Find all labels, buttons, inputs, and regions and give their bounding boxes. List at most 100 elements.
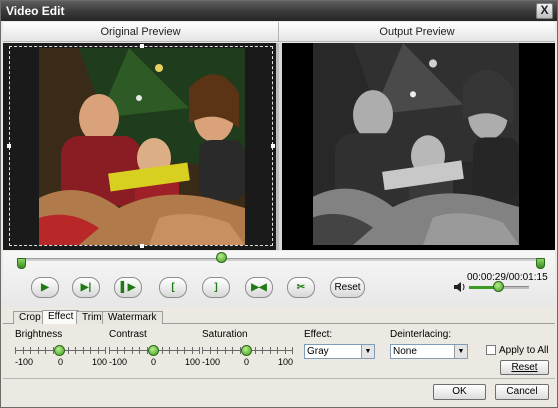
step-forward-button[interactable]: ▶| (72, 277, 100, 298)
next-frame-button[interactable]: ▌▶ (114, 277, 142, 298)
split-icon: ✂ (296, 282, 306, 293)
cancel-button[interactable]: Cancel (495, 384, 549, 400)
time-display: 00:00:29/00:01:15 (467, 272, 548, 283)
slider-tick (285, 347, 286, 354)
title-bar: Video Edit X (1, 1, 557, 21)
effect-select[interactable]: Gray ▼ (304, 344, 375, 359)
chevron-down-icon: ▼ (361, 345, 374, 358)
start-marker[interactable] (17, 258, 26, 269)
effect-label: Effect: (304, 329, 333, 340)
next-frame-icon: ▌▶ (120, 282, 136, 293)
slider-tick (277, 347, 278, 354)
contrast-max: 100 (185, 357, 201, 367)
mark-in-button[interactable]: [ (159, 277, 187, 298)
slider-tick (217, 347, 218, 354)
original-preview-label: Original Preview (3, 22, 279, 42)
slider-tick (83, 347, 84, 354)
slider-tick (38, 347, 39, 354)
output-video-frame (313, 43, 519, 245)
tab-effect[interactable]: Effect (42, 310, 80, 324)
play-button[interactable]: ▶ (31, 277, 59, 298)
slider-tick (202, 347, 203, 354)
slider-tick (98, 347, 99, 354)
brightness-min: -100 (15, 357, 34, 367)
effect-reset-label: Reset (511, 362, 538, 373)
slider-tick (90, 347, 91, 354)
slider-tick (117, 347, 118, 354)
jump-button[interactable]: ▶◀ (245, 277, 273, 298)
slider-tick (270, 347, 271, 354)
preview-header: Original Preview Output Preview (3, 22, 555, 42)
slider-tick (192, 347, 193, 354)
footer-divider (3, 378, 555, 379)
slider-tick (262, 347, 263, 354)
slider-tick (139, 347, 140, 354)
slider-tick (199, 347, 200, 354)
chevron-down-icon: ▼ (454, 345, 467, 358)
saturation-slider[interactable] (202, 344, 293, 358)
ok-button[interactable]: OK (433, 384, 486, 400)
edit-tabs: Crop Effect Trim Watermark (3, 310, 555, 324)
split-button[interactable]: ✂ (287, 277, 315, 298)
effect-selected-value: Gray (307, 346, 329, 357)
crop-handle-bottom[interactable] (140, 244, 144, 248)
slider-tick (255, 347, 256, 354)
mark-out-button[interactable]: ] (202, 277, 230, 298)
brightness-slider-handle[interactable] (54, 345, 65, 356)
slider-tick (225, 347, 226, 354)
saturation-max: 100 (278, 357, 294, 367)
slider-tick (30, 347, 31, 354)
slider-tick (210, 347, 211, 354)
apply-to-all-label: Apply to All (499, 345, 549, 356)
play-icon: ▶ (41, 282, 49, 293)
crop-handle-right[interactable] (271, 144, 275, 148)
slider-tick (292, 347, 293, 354)
slider-tick (75, 347, 76, 354)
playback-reset-button[interactable]: Reset (330, 277, 365, 298)
slider-tick (177, 347, 178, 354)
apply-to-all-checkbox[interactable] (486, 345, 496, 355)
jump-icon: ▶◀ (251, 282, 267, 293)
saturation-slider-handle[interactable] (241, 345, 252, 356)
close-button[interactable]: X (536, 3, 553, 19)
mark-in-icon: [ (171, 282, 175, 293)
volume-handle[interactable] (493, 281, 504, 292)
window-title: Video Edit (6, 4, 65, 18)
video-frame-image-gray (313, 43, 519, 245)
contrast-slider[interactable] (109, 344, 200, 358)
original-preview-pane[interactable] (3, 43, 279, 250)
deinterlacing-select[interactable]: None ▼ (390, 344, 468, 359)
seek-handle[interactable] (216, 252, 228, 263)
slider-tick (15, 347, 16, 354)
brightness-label: Brightness (15, 329, 63, 340)
tab-watermark[interactable]: Watermark (102, 311, 163, 324)
contrast-min: -100 (109, 357, 128, 367)
deinterlacing-selected-value: None (393, 346, 417, 357)
slider-tick (169, 347, 170, 354)
slider-tick (23, 347, 24, 354)
deinterlacing-label: Deinterlacing: (390, 329, 452, 340)
step-forward-icon: ▶| (80, 282, 92, 293)
end-marker[interactable] (536, 258, 545, 269)
slider-tick (68, 347, 69, 354)
crop-handle-left[interactable] (7, 144, 11, 148)
effect-reset-button[interactable]: Reset (500, 360, 549, 375)
crop-frame[interactable] (9, 46, 273, 246)
output-preview-pane (282, 43, 555, 250)
brightness-max: 100 (92, 357, 108, 367)
brightness-mid: 0 (58, 357, 64, 367)
contrast-label: Contrast (109, 329, 147, 340)
speaker-icon[interactable] (454, 282, 466, 292)
preview-area (3, 43, 555, 250)
seek-bar[interactable] (17, 258, 543, 261)
slider-tick (232, 347, 233, 354)
brightness-slider[interactable] (15, 344, 106, 358)
output-preview-label: Output Preview (379, 26, 455, 38)
contrast-slider-handle[interactable] (148, 345, 159, 356)
saturation-min: -100 (202, 357, 221, 367)
crop-handle-top[interactable] (140, 44, 144, 48)
playback-controls: ▶ ▶| ▌▶ [ ] ▶◀ ✂ Reset 00:00:29/00:01:15 (3, 251, 555, 307)
slider-tick (162, 347, 163, 354)
slider-tick (45, 347, 46, 354)
effect-panel: Brightness -100 0 100 Contrast -100 0 10… (3, 324, 555, 375)
